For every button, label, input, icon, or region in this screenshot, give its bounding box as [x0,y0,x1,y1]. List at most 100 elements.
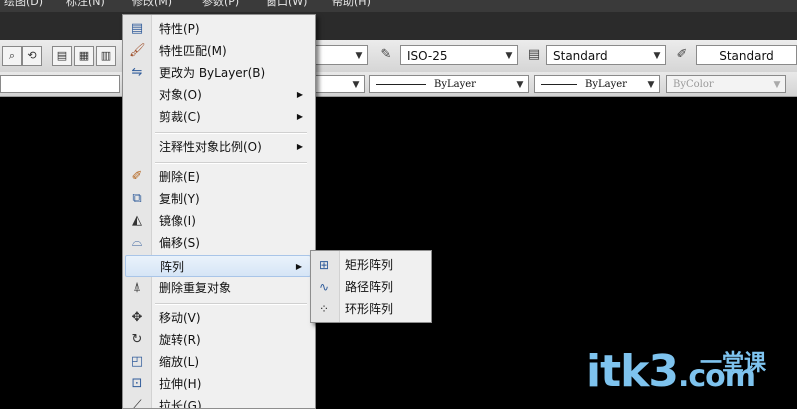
multileader-style-value: Standard [719,49,774,63]
stretch-icon: ⊡ [131,376,143,391]
menu-item-label: 删除(E) [159,170,200,184]
zoom-window-icon[interactable]: ⌕ [2,46,22,66]
menu-item-erase[interactable]: ✐ 删除(E) [125,166,311,188]
menu-window[interactable]: 窗口(W) [266,0,307,8]
menu-item-label: 旋转(R) [159,333,201,347]
properties-toolbar: ▼ ByLayer ▼ ByLayer ▼ ByColor ▼ [0,72,797,97]
menu-item-label: 移动(V) [159,311,201,325]
mirror-icon: ◭ [132,213,142,228]
menu-item-label: 镜像(I) [159,214,196,228]
watermark-text: itk3 [586,346,679,397]
menu-item-object[interactable]: 对象(O) ▶ [125,84,311,106]
plotstyle-value: ByColor [673,79,714,90]
lineweight-combo[interactable]: ByLayer ▼ [534,75,660,93]
menu-separator [155,162,307,164]
multileader-style-icon[interactable]: ✐ [672,46,692,64]
styles-toolbar: ⌕ ⟲ ▤ ▦ ▥ d ▼ ✎ ISO-25 ▼ ▤ Standard ▼ ✐ … [0,40,797,73]
menu-item-clip[interactable]: 剪裁(C) ▶ [125,106,311,128]
menu-item-properties[interactable]: ▤ 特性(P) [125,18,311,40]
menu-item-label: 特性(P) [159,22,200,36]
copy-icon: ⧉ [132,191,142,206]
menu-item-label: 剪裁(C) [159,110,201,124]
menu-item-label: 偏移(S) [159,236,200,250]
chevron-down-icon: ▼ [516,80,524,90]
tool-palette-icon[interactable]: ▥ [96,46,116,66]
table-style-combo[interactable]: Standard ▼ [546,45,666,65]
color-combo[interactable]: ▼ [315,75,365,93]
menu-item-match-properties[interactable]: 🖌 特性匹配(M) [125,40,311,62]
polar-array-icon: ⁘ [318,302,330,316]
menu-item-scale[interactable]: ◰ 缩放(L) [125,351,311,373]
submenu-item-path-array[interactable]: ∿ 路径阵列 [313,276,429,298]
lineweight-value: ByLayer [585,79,627,90]
chevron-down-icon: ▼ [505,51,513,61]
menu-parametric[interactable]: 参数(P) [202,0,239,8]
menu-item-offset[interactable]: ⌓ 偏移(S) [125,232,311,254]
dim-style-combo[interactable]: ISO-25 ▼ [400,45,518,65]
lineweight-preview [541,84,577,85]
dimension-style-icon[interactable]: ✎ [376,46,396,64]
menu-item-label: 阵列 [160,260,185,274]
menu-item-array[interactable]: 阵列 ▶ [125,255,311,277]
table-style-icon[interactable]: ▤ [524,46,544,64]
delete-duplicates-icon: ⍋ [133,280,141,295]
menu-separator [155,303,307,305]
menu-item-label: 更改为 ByLayer(B) [159,66,266,80]
offset-icon: ⌓ [131,235,143,250]
submenu-arrow-icon: ▶ [296,90,303,99]
change-to-bylayer-icon: ⇋ [131,65,143,80]
submenu-item-rectangular-array[interactable]: ⊞ 矩形阵列 [313,254,429,276]
menu-item-stretch[interactable]: ⊡ 拉伸(H) [125,373,311,395]
erase-icon: ✐ [131,169,143,184]
menu-item-delete-duplicates[interactable]: ⍋ 删除重复对象 [125,277,311,299]
menu-item-change-to-bylayer[interactable]: ⇋ 更改为 ByLayer(B) [125,62,311,84]
properties-icon: ▤ [130,21,144,36]
layer-combo[interactable] [0,75,120,93]
plotstyle-combo[interactable]: ByColor ▼ [666,75,786,93]
linetype-preview [376,84,426,85]
chevron-down-icon: ▼ [653,51,661,61]
chevron-down-icon: ▼ [355,51,363,61]
chevron-down-icon: ▼ [773,80,781,90]
chevron-down-icon: ▼ [647,80,655,90]
modify-menu: ▤ 特性(P) 🖌 特性匹配(M) ⇋ 更改为 ByLayer(B) 对象(O)… [122,14,316,409]
menu-item-annotative-scale[interactable]: 注释性对象比例(O) ▶ [125,136,311,158]
submenu-arrow-icon: ▶ [296,142,303,151]
menu-separator [155,132,307,134]
submenu-item-label: 路径阵列 [345,280,394,294]
zoom-previous-icon[interactable]: ⟲ [22,46,42,66]
menu-item-label: 复制(Y) [159,192,200,206]
submenu-arrow-icon: ▶ [295,262,302,271]
menu-dimension[interactable]: 标注(N) [66,0,105,8]
menu-item-label: 缩放(L) [159,355,200,369]
submenu-arrow-icon: ▶ [296,112,303,121]
watermark-tagline: 一堂课 [700,351,767,376]
linetype-combo[interactable]: ByLayer ▼ [369,75,529,93]
lengthen-icon: ⟋ [132,398,142,409]
menu-draw[interactable]: 绘图(D) [4,0,43,8]
menu-modify[interactable]: 修改(M) [132,0,172,8]
menu-item-label: 删除重复对象 [159,281,232,295]
scale-icon: ◰ [130,354,144,369]
menu-help[interactable]: 帮助(H) [332,0,371,8]
menu-item-move[interactable]: ✥ 移动(V) [125,307,311,329]
menu-item-label: 对象(O) [159,88,202,102]
menu-item-label: 特性匹配(M) [159,44,227,58]
submenu-item-label: 矩形阵列 [345,258,394,272]
submenu-item-label: 环形阵列 [345,302,394,316]
move-icon: ✥ [131,310,143,325]
rectangular-array-icon: ⊞ [318,258,330,272]
menu-item-copy[interactable]: ⧉ 复制(Y) [125,188,311,210]
match-properties-icon: 🖌 [129,43,146,58]
design-center-icon[interactable]: ▦ [74,46,94,66]
submenu-item-polar-array[interactable]: ⁘ 环形阵列 [313,298,429,320]
ribbon-strip [0,12,797,40]
multileader-style-combo[interactable]: Standard [696,45,797,65]
dim-style-value: ISO-25 [407,49,448,63]
menu-item-rotate[interactable]: ↻ 旋转(R) [125,329,311,351]
menu-bar: 绘图(D) 标注(N) 修改(M) 参数(P) 窗口(W) 帮助(H) [0,0,797,12]
chevron-down-icon: ▼ [352,80,360,90]
properties-icon[interactable]: ▤ [52,46,72,66]
menu-item-mirror[interactable]: ◭ 镜像(I) [125,210,311,232]
table-style-value: Standard [553,49,608,63]
